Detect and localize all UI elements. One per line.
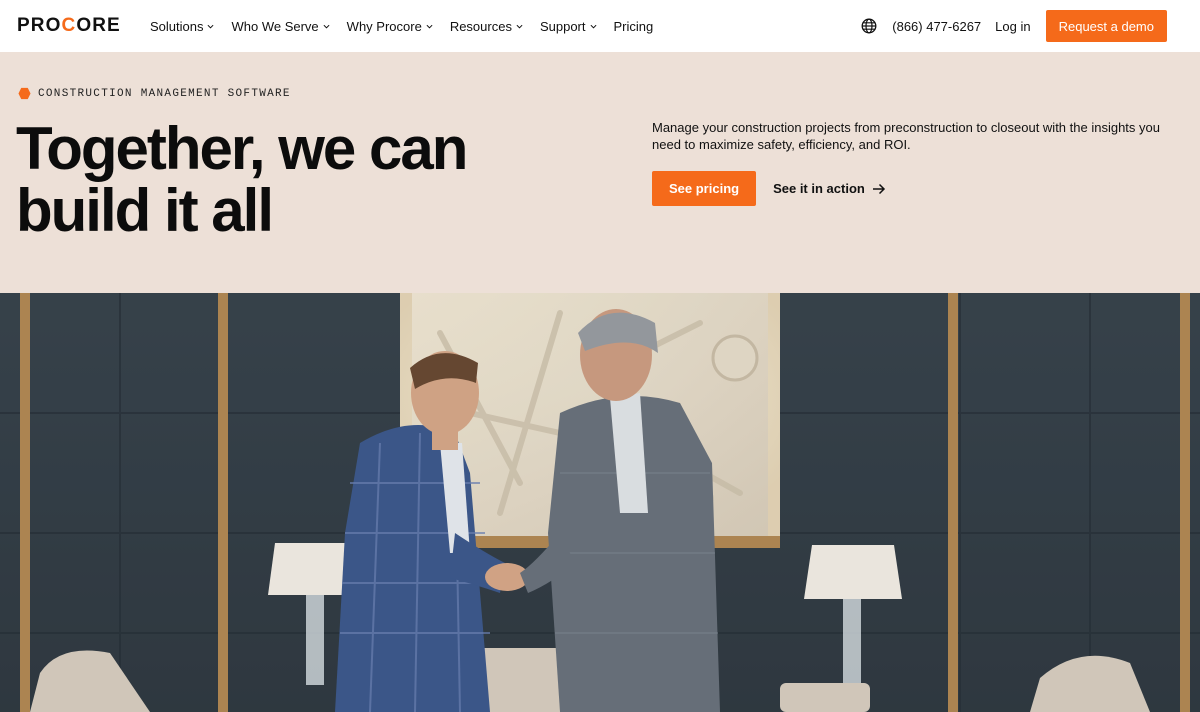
nav-label: Solutions [150, 18, 204, 34]
hero-description: Manage your construction projects from p… [652, 120, 1160, 152]
procore-logo[interactable]: PROCORE [17, 15, 121, 37]
nav-item-pricing[interactable]: Pricing [614, 19, 654, 34]
hero-eyebrow: CONSTRUCTION MANAGEMENT SOFTWARE [18, 87, 291, 100]
nav-label: Resources [449, 18, 512, 34]
eyebrow-text: CONSTRUCTION MANAGEMENT SOFTWARE [38, 87, 291, 100]
nav-item-resources[interactable]: Resources [450, 19, 523, 34]
hexagon-icon [18, 87, 31, 100]
nav-label: Support [539, 18, 586, 34]
headline-line-2: build it all [16, 177, 274, 244]
action-link-label: See it in action [773, 181, 865, 196]
nav-label: Who We Serve [231, 18, 319, 34]
chevron-down-icon [426, 24, 433, 29]
globe-icon[interactable] [861, 18, 877, 34]
nav-label: Pricing [613, 18, 654, 34]
nav-item-solutions[interactable]: Solutions [150, 19, 214, 34]
nav-label: Why Procore [346, 18, 422, 34]
header-utilities: (866) 477-6267 Log in Request a demo [861, 0, 1167, 52]
nav-item-who-we-serve[interactable]: Who We Serve [231, 18, 330, 34]
chevron-down-icon [590, 24, 596, 29]
login-link[interactable]: Log in [995, 19, 1030, 34]
main-nav: Solutions Who We Serve Why Procore Resou… [150, 0, 670, 52]
request-demo-button[interactable]: Request a demo [1045, 10, 1167, 42]
see-pricing-button[interactable]: See pricing [652, 171, 757, 206]
headline-line-1: Together, we can [16, 115, 468, 182]
hero-section: CONSTRUCTION MANAGEMENT SOFTWARE Togethe… [0, 52, 1200, 293]
hero-headline: Together, we can build it all [16, 118, 576, 242]
see-it-in-action-link[interactable]: See it in action [773, 181, 886, 196]
arrow-right-icon [872, 183, 885, 194]
chevron-down-icon [207, 24, 214, 29]
chevron-down-icon [323, 24, 330, 29]
phone-number-link[interactable]: (866) 477-6267 [892, 19, 981, 34]
nav-item-support[interactable]: Support [540, 19, 597, 34]
logo-wordmark: PROCORE [17, 15, 121, 36]
hero-photo [0, 293, 1200, 712]
nav-item-why-procore[interactable]: Why Procore [347, 19, 433, 34]
chevron-down-icon [516, 24, 523, 29]
site-header: PROCORE Solutions Who We Serve Why Proco… [0, 0, 1200, 52]
hero-actions: See pricing See it in action [652, 171, 886, 206]
handshake-photo-illustration [0, 293, 1200, 712]
